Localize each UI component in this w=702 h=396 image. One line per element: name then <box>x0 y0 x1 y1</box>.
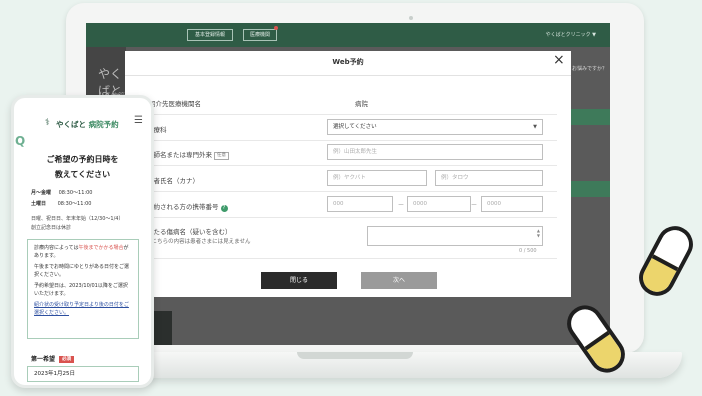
top-bar: 基本登録情報 医療機関 やくばとクリニック ▼ <box>86 23 610 47</box>
holiday-line-2: 創立記念日は休診 <box>31 225 72 231</box>
hours-row: 土曜日 08:30〜11:00 <box>31 200 91 207</box>
row-divider <box>147 165 557 166</box>
hours-days: 土曜日 <box>31 201 47 207</box>
row-divider <box>147 217 557 218</box>
char-counter: 0 / 500 <box>519 248 537 254</box>
last-name-input[interactable]: 例）ヤクバト <box>327 170 427 186</box>
condition-note: ※こちらの内容は患者さまには見えません <box>147 239 251 245</box>
phone-logo: やくばと 病院予約 <box>56 119 119 130</box>
doctor-label: 医師名または専門外来 任意 <box>147 149 229 160</box>
condition-label: 主たる傷病名（疑いを含む） <box>147 228 232 236</box>
laptop-screen: 基本登録情報 医療機関 やくばとクリニック ▼ やくばと 予約管理 お悩みですか… <box>86 23 610 345</box>
hamburger-menu-icon[interactable]: ☰ <box>134 115 143 126</box>
chevron-down-icon: ▼ <box>533 124 537 130</box>
hours-time: 08:30〜11:00 <box>58 190 93 196</box>
dash: ー <box>398 202 405 209</box>
condition-textarea[interactable]: ▲ ▼ <box>367 226 543 246</box>
logo-accent: 病院予約 <box>88 120 119 129</box>
hours-time: 08:30〜11:00 <box>57 201 92 207</box>
notice-link[interactable]: 紹介状の受け取り予定日より後の日付をご選択ください。 <box>34 302 129 316</box>
tab-institutions[interactable]: 医療機関 <box>243 29 277 41</box>
holiday-line-1: 日曜、祝日日、年末年始（12/30〜1/4） <box>31 216 124 222</box>
referrer-label: 紹介先医療機関名 <box>149 100 201 108</box>
phone-input-1[interactable]: 000 <box>327 196 393 212</box>
first-choice-date-input[interactable]: 2023年1月25日 <box>27 366 139 382</box>
help-icon[interactable]: ? <box>220 205 228 212</box>
doctor-input[interactable]: 例）山田太郎先生 <box>327 144 543 160</box>
web-booking-modal: Web予約 × 紹介先医療機関名 病院 診療科 選択してください ▼ 医師名また… <box>125 51 571 297</box>
hours-row: 月〜金曜 08:30〜11:00 <box>31 189 92 196</box>
first-choice-label: 第一希望 必須 <box>31 354 75 363</box>
optional-badge: 任意 <box>214 152 229 160</box>
row-divider <box>147 140 557 141</box>
question-mark: Q <box>15 134 26 148</box>
department-select-value: 選択してください <box>333 124 377 130</box>
logo-text: やくばと <box>56 120 86 129</box>
heading-line-1: ご希望の予約日時を <box>46 155 119 164</box>
background-question: お悩みですか？ <box>572 66 608 72</box>
notice-paragraph: 予約希望日は、2023/10/01以降をご選択いただけます。 <box>34 283 128 297</box>
smartphone: ⚕ やくばと 病院予約 ☰ Q ご希望の予約日時を 教えてください 月〜金曜 0… <box>11 95 154 388</box>
notice-paragraph: 紹介状の受け取り予定日より後の日付をご選択ください。 <box>34 302 132 317</box>
heading-line-2: 教えてください <box>54 170 111 179</box>
notification-dot <box>274 26 278 30</box>
phone-input-2[interactable]: 0000 <box>407 196 471 212</box>
background-green-block <box>570 109 610 125</box>
phone-input-3[interactable]: 0000 <box>481 196 543 212</box>
spinner-icon: ▲ ▼ <box>536 228 540 238</box>
department-select[interactable]: 選択してください ▼ <box>327 119 543 135</box>
modal-divider <box>125 75 571 76</box>
first-choice-text: 第一希望 <box>31 356 56 363</box>
camera-dot <box>409 16 413 20</box>
account-menu[interactable]: やくばとクリニック ▼ <box>546 31 596 38</box>
phone-label: 予約される方の携帯番号? <box>147 201 228 212</box>
notice-text: 診療内容によっては <box>34 245 79 251</box>
row-divider <box>147 114 557 115</box>
notice-box: 診療内容によっては午後までかかる場合があります。 午後までお時間にゆとりがある日… <box>27 239 139 339</box>
logo-icon: ⚕ <box>45 118 50 128</box>
hours-days: 月〜金曜 <box>31 190 52 196</box>
background-green-block <box>570 181 610 197</box>
patient-name-label: 患者氏名（カナ） <box>147 177 199 185</box>
dash: ー <box>471 202 478 209</box>
phone-label-text: 予約される方の携帯番号 <box>147 203 219 211</box>
notice-highlight: 午後までかかる場合 <box>78 245 124 251</box>
next-button[interactable]: 次へ <box>361 272 437 289</box>
close-icon[interactable]: × <box>553 52 565 68</box>
doctor-label-text: 医師名または専門外来 <box>147 151 212 159</box>
close-button[interactable]: 閉じる <box>261 272 337 289</box>
row-divider <box>147 258 557 259</box>
notice-paragraph: 午後までお時間にゆとりがある日付をご選択ください。 <box>34 264 130 278</box>
laptop-notch <box>297 352 413 359</box>
row-divider <box>147 191 557 192</box>
modal-title: Web予約 <box>332 58 364 66</box>
notice-paragraph: 診療内容によっては午後までかかる場合があります。 <box>34 245 132 260</box>
referrer-value: 病院 <box>355 100 368 108</box>
required-badge: 必須 <box>59 356 75 363</box>
first-name-input[interactable]: 例）タロウ <box>435 170 543 186</box>
tab-basic-info[interactable]: 基本登録情報 <box>187 29 233 41</box>
